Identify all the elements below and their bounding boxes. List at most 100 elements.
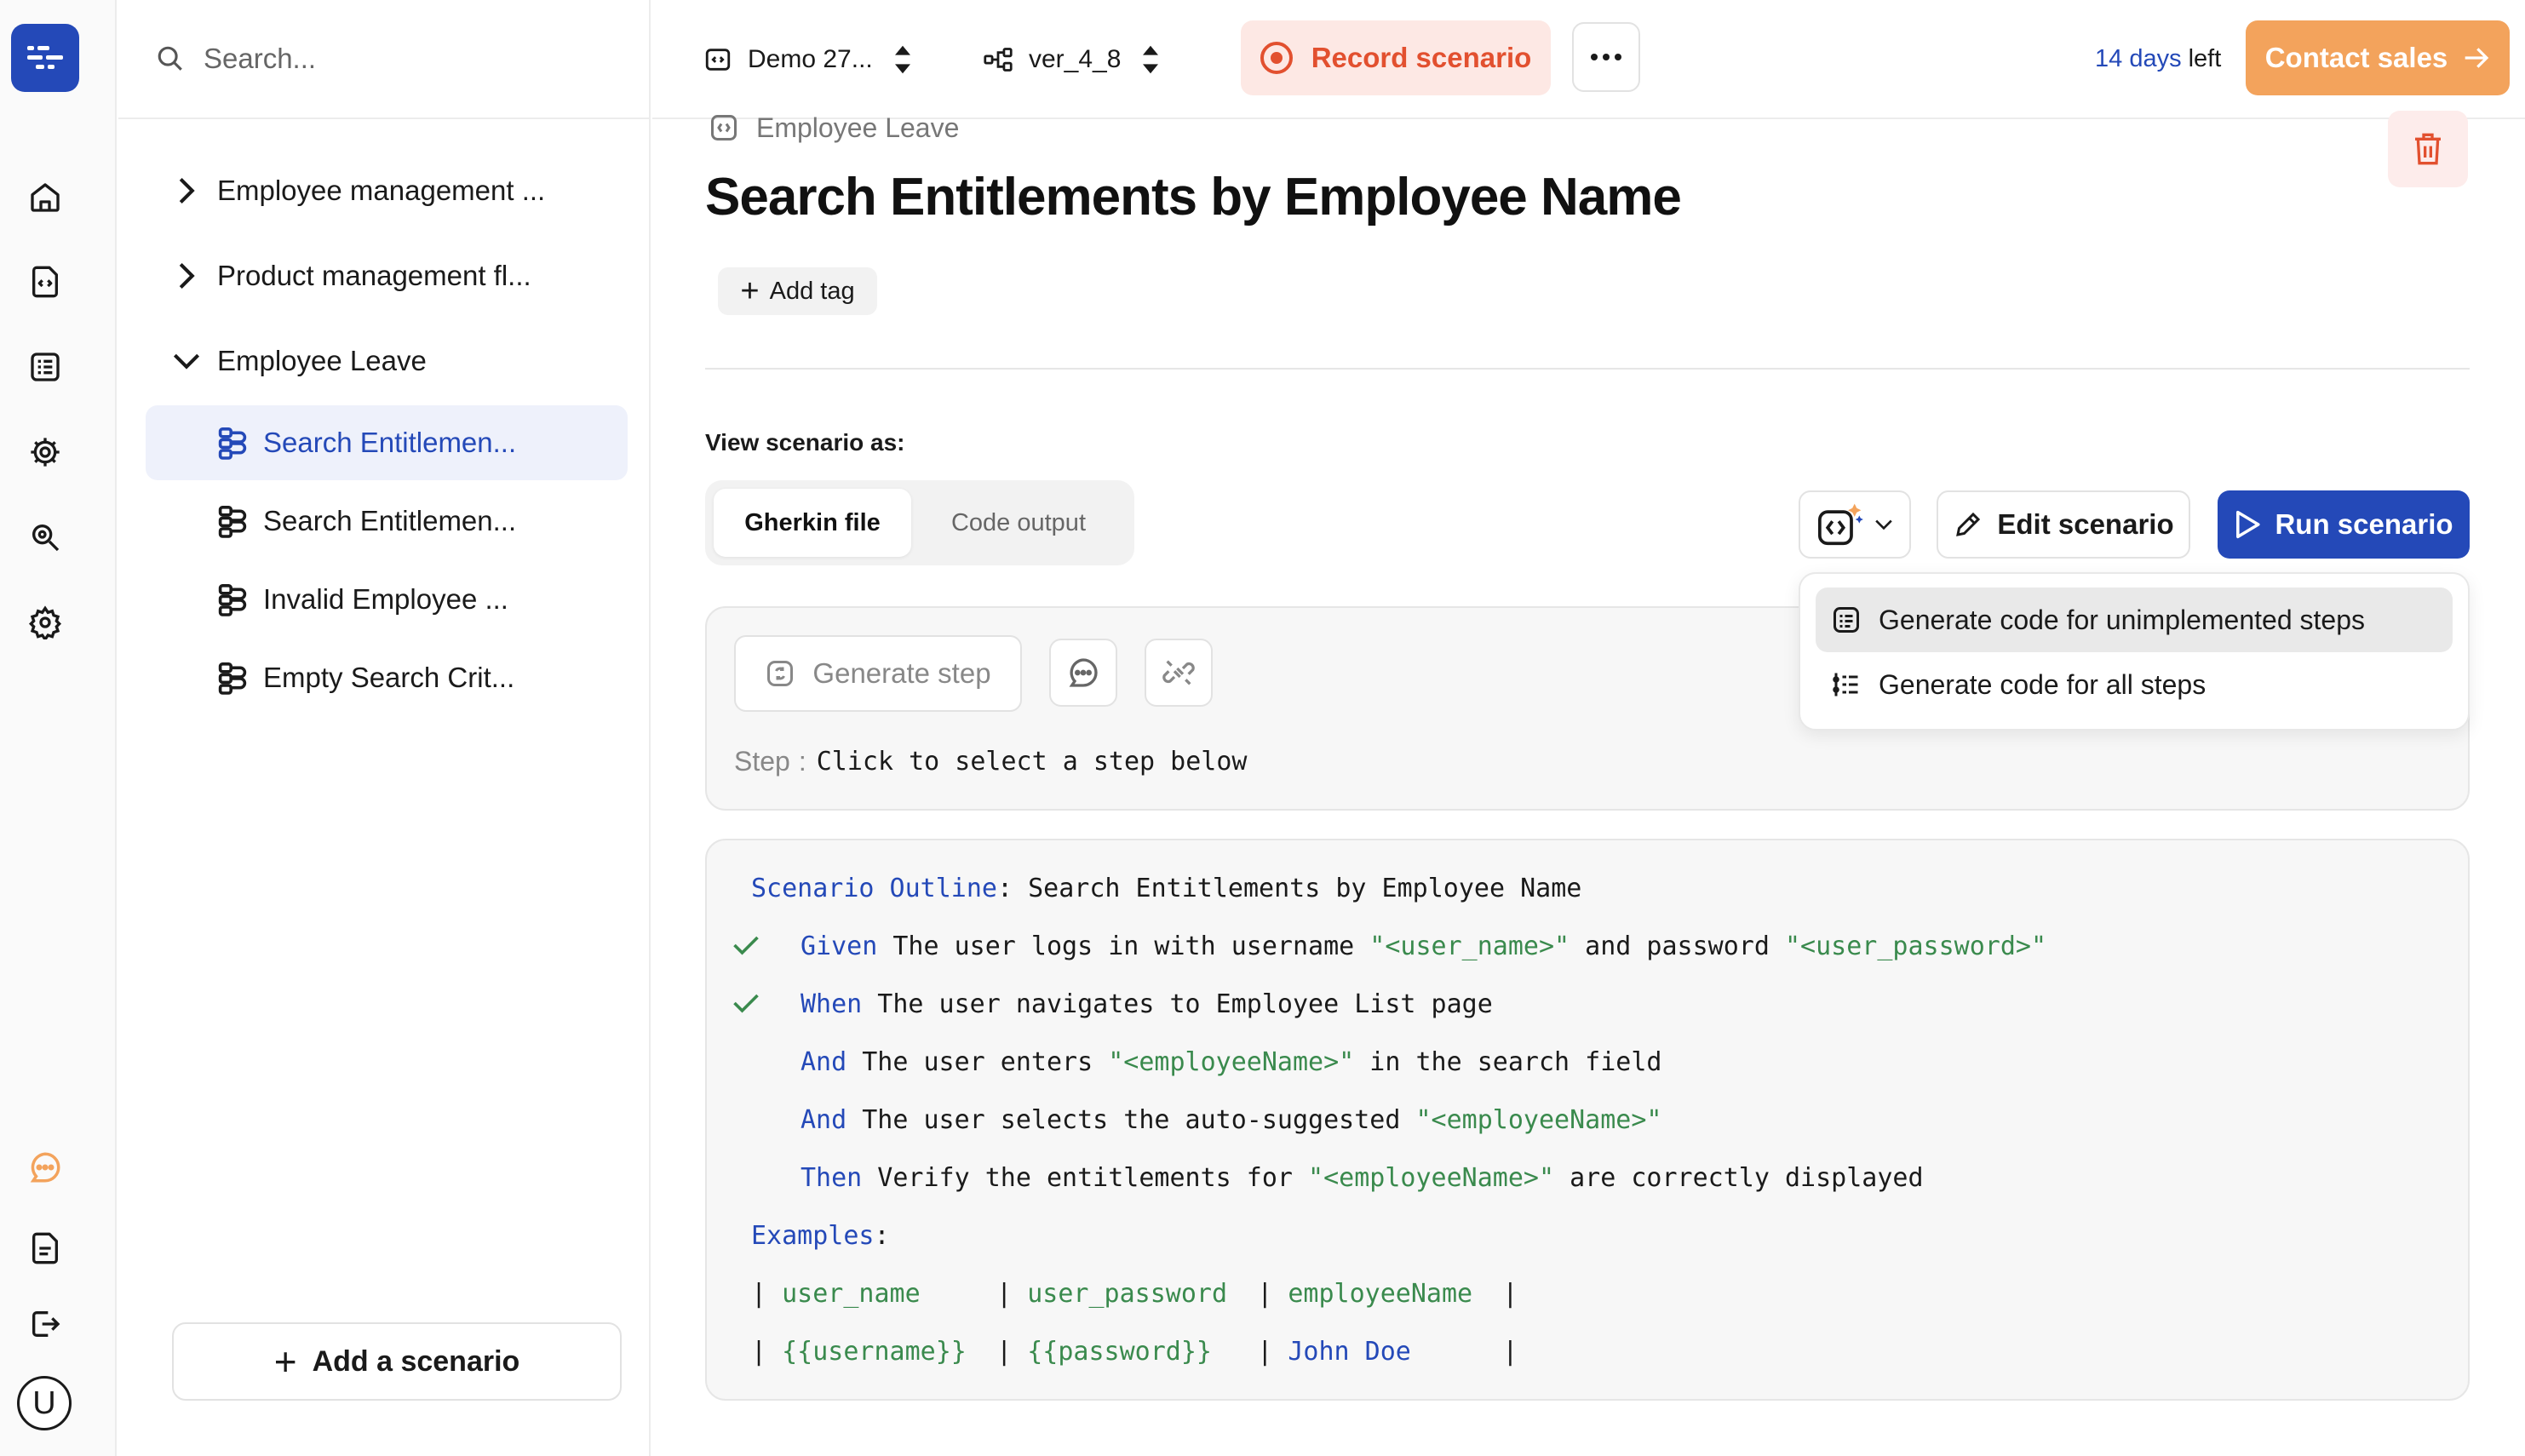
search-input[interactable] [204, 43, 595, 75]
file-code-icon [32, 266, 59, 298]
tree-folder-product-management[interactable]: Product management fl... [118, 233, 651, 318]
step-text: The user logs in with username [877, 931, 1370, 961]
menu-item-generate-unimplemented[interactable]: Generate code for unimplemented steps [1816, 588, 2453, 652]
nav-chat[interactable] [26, 1148, 65, 1187]
tree-item-scenario[interactable]: Empty Search Crit... [146, 640, 628, 715]
step-param: "<employeeName>" [1308, 1162, 1555, 1193]
gherkin-step[interactable]: Then Verify the entitlements for "<emplo… [801, 1156, 1924, 1199]
tab-gherkin-file[interactable]: Gherkin file [714, 489, 911, 557]
arrow-right-icon [2465, 48, 2489, 68]
scenario-steps-icon [218, 427, 247, 460]
record-icon [1260, 42, 1293, 74]
tree-item-scenario[interactable]: Search Entitlemen... [146, 405, 628, 480]
step-keyword: Given [801, 931, 878, 961]
gherkin-step[interactable]: When The user navigates to Employee List… [801, 983, 1493, 1025]
ai-code-icon [1818, 503, 1863, 546]
tab-code-output[interactable]: Code output [911, 489, 1126, 557]
step-value: Click to select a step below [816, 746, 1248, 777]
pencil-icon [1956, 512, 1981, 536]
project-name: Demo 27... [748, 45, 873, 73]
delete-scenario-button[interactable] [2388, 111, 2468, 187]
more-options-button[interactable] [1572, 22, 1640, 92]
page-title: Search Entitlements by Employee Name [705, 168, 1682, 226]
examples-line: Examples: [751, 1214, 890, 1257]
view-mode-toggle: Gherkin file Code output [705, 480, 1134, 565]
step-text: The user enters [846, 1046, 1109, 1077]
menu-item-generate-all[interactable]: Generate code for all steps [1816, 652, 2453, 717]
user-avatar[interactable]: U [17, 1376, 72, 1430]
nav-settings[interactable] [26, 603, 65, 642]
app-logo[interactable] [11, 24, 79, 92]
table-cell: {{username}} [782, 1336, 967, 1367]
sort-arrows-icon [894, 45, 910, 74]
tree-item-label: Invalid Employee ... [263, 583, 508, 615]
check-icon [733, 936, 759, 955]
play-icon [2236, 510, 2261, 539]
chat-icon [30, 1152, 60, 1183]
list-steps-icon [1833, 673, 1858, 696]
record-label: Record scenario [1311, 42, 1532, 73]
tree-item-label: Search Entitlemen... [263, 427, 517, 458]
tree-folder-employee-management[interactable]: Employee management ... [118, 148, 651, 233]
table-cell: user_name [782, 1278, 921, 1309]
run-scenario-label: Run scenario [2275, 508, 2453, 540]
view-as-label: View scenario as: [705, 429, 905, 456]
tree-folder-employee-leave[interactable]: Employee Leave [118, 318, 651, 404]
project-selector[interactable]: Demo 27... [703, 34, 912, 85]
nav-logout[interactable] [26, 1304, 65, 1344]
version-selector[interactable]: ver_4_8 [983, 34, 1160, 85]
step-text: Verify the entitlements for [862, 1162, 1309, 1193]
step-keyword: Then [801, 1162, 863, 1193]
gherkin-step[interactable]: Given The user logs in with username "<u… [801, 925, 2046, 967]
step-param: "<employeeName>" [1415, 1104, 1662, 1135]
nav-scenarios[interactable] [26, 262, 65, 301]
section-divider [705, 368, 2470, 370]
cog-chip-icon [31, 438, 60, 467]
step-param: "<user_password>" [1784, 931, 2047, 961]
generate-step-label: Generate step [812, 657, 991, 689]
tree-item-label: Search Entitlemen... [263, 505, 517, 536]
examples-keyword: Examples [751, 1220, 875, 1251]
unlink-button[interactable] [1145, 639, 1213, 707]
gherkin-keyword: Scenario Outline [751, 873, 997, 903]
add-tag-button[interactable]: + Add tag [718, 267, 877, 315]
contact-sales-button[interactable]: Contact sales [2246, 20, 2510, 95]
nav-automation[interactable] [26, 433, 65, 472]
tree-folder-label: Employee Leave [217, 345, 427, 376]
step-text: The user selects the auto-suggested [846, 1104, 1416, 1135]
nav-search[interactable] [26, 518, 65, 557]
gherkin-step[interactable]: And The user selects the auto-suggested … [801, 1098, 1661, 1141]
comment-button[interactable] [1049, 639, 1117, 707]
table-cell: user_password [1027, 1278, 1228, 1309]
list-icon [31, 353, 60, 381]
edit-scenario-button[interactable]: Edit scenario [1937, 490, 2190, 559]
home-icon [31, 183, 60, 212]
chevron-down-icon [173, 353, 200, 370]
generate-step-button[interactable]: Generate step [734, 635, 1022, 712]
search-bar [118, 0, 651, 119]
edit-scenario-label: Edit scenario [1997, 508, 2174, 540]
tree-item-scenario[interactable]: Search Entitlemen... [146, 484, 628, 559]
add-tag-label: Add tag [769, 277, 855, 305]
trial-suffix: left [2188, 44, 2222, 72]
examples-data-row: | {{username}} | {{password}} | John Doe | [751, 1336, 1518, 1367]
gherkin-step[interactable]: And The user enters "<employeeName>" in … [801, 1040, 1661, 1083]
add-scenario-button[interactable]: + Add a scenario [172, 1322, 622, 1401]
nav-home[interactable] [26, 178, 65, 217]
project-icon [705, 49, 731, 71]
generate-icon [767, 661, 794, 686]
scenario-steps-icon [218, 584, 247, 616]
nav-docs[interactable] [26, 1229, 65, 1268]
step-keyword: And [801, 1046, 847, 1077]
chevron-right-icon [179, 262, 195, 289]
run-scenario-button[interactable]: Run scenario [2218, 490, 2470, 559]
nav-lists[interactable] [26, 347, 65, 387]
scenario-steps-icon [218, 662, 247, 695]
breadcrumb[interactable]: Employee Leave [709, 109, 959, 146]
breadcrumb-folder: Employee Leave [756, 112, 960, 143]
generate-code-dropdown-button[interactable] [1799, 490, 1911, 559]
tree-item-scenario[interactable]: Invalid Employee ... [146, 562, 628, 637]
menu-item-label: Generate code for unimplemented steps [1879, 604, 2365, 635]
ellipsis-icon [1591, 54, 1621, 60]
record-scenario-button[interactable]: Record scenario [1241, 20, 1551, 95]
